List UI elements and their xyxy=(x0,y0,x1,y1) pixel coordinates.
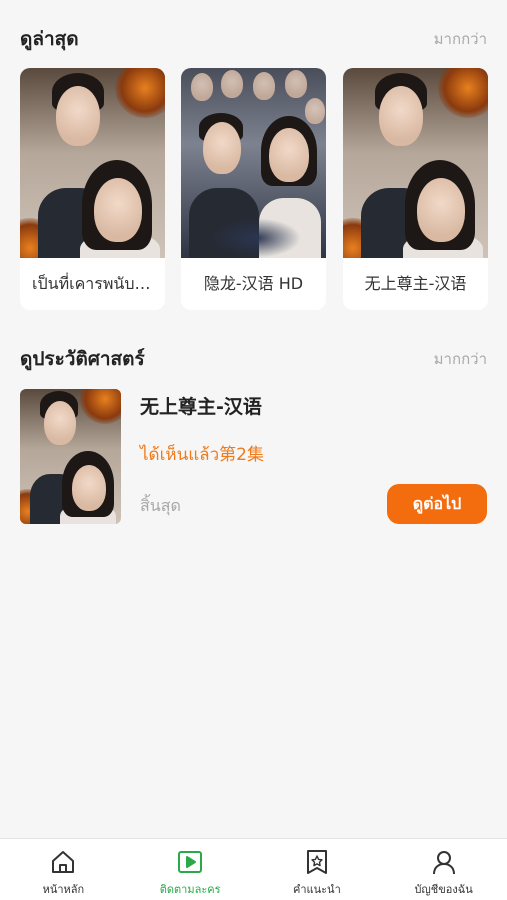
history-thumbnail[interactable] xyxy=(20,389,121,524)
history-status: สิ้นสุด xyxy=(140,496,181,515)
drama-poster xyxy=(343,68,488,258)
bottom-tab-bar: หน้าหลัก ติดตามละคร คำแนะนำ บัญชีของฉัน xyxy=(0,838,507,900)
latest-section-header: ดูล่าสุด มากกว่า xyxy=(20,24,487,54)
latest-more-link[interactable]: มากกว่า xyxy=(434,27,487,51)
drama-card[interactable]: 隐龙-汉语 HD xyxy=(181,68,326,310)
drama-poster xyxy=(20,68,165,258)
drama-poster xyxy=(181,68,326,258)
tab-recommend-label: คำแนะนำ xyxy=(293,883,341,896)
drama-card-title: เป็นที่เคารพนับถือ xyxy=(32,274,154,293)
drama-card-title: 隐龙-汉语 HD xyxy=(203,274,304,293)
tab-account-label: บัญชีของฉัน xyxy=(414,883,473,896)
drama-card[interactable]: 无上尊主-汉语 xyxy=(343,68,488,310)
drama-card[interactable]: เป็นที่เคารพนับถือ xyxy=(20,68,165,310)
latest-section-title: ดูล่าสุด xyxy=(20,28,79,50)
tab-follow-drama[interactable]: ติดตามละคร xyxy=(127,839,254,900)
history-progress: ได้เห็นแล้ว第2集 xyxy=(140,445,264,465)
tab-home-label: หน้าหลัก xyxy=(42,883,85,896)
tab-account[interactable]: บัญชีของฉัน xyxy=(380,839,507,900)
tab-follow-drama-label: ติดตามละคร xyxy=(159,883,221,896)
home-icon xyxy=(52,851,75,873)
play-square-icon xyxy=(178,851,203,873)
history-section-header: ดูประวัติศาสตร์ มากกว่า xyxy=(20,344,487,374)
history-section-title: ดูประวัติศาสตร์ xyxy=(20,348,145,370)
tab-home[interactable]: หน้าหลัก xyxy=(0,839,127,900)
star-bookmark-icon xyxy=(306,850,327,874)
drama-card-title: 无上尊主-汉语 xyxy=(364,274,467,293)
continue-watching-button[interactable]: ดูต่อไป xyxy=(387,484,487,524)
user-icon xyxy=(432,851,455,875)
history-more-link[interactable]: มากกว่า xyxy=(434,347,487,371)
tab-recommend[interactable]: คำแนะนำ xyxy=(254,839,381,900)
history-item-title: 无上尊主-汉语 xyxy=(140,396,262,418)
